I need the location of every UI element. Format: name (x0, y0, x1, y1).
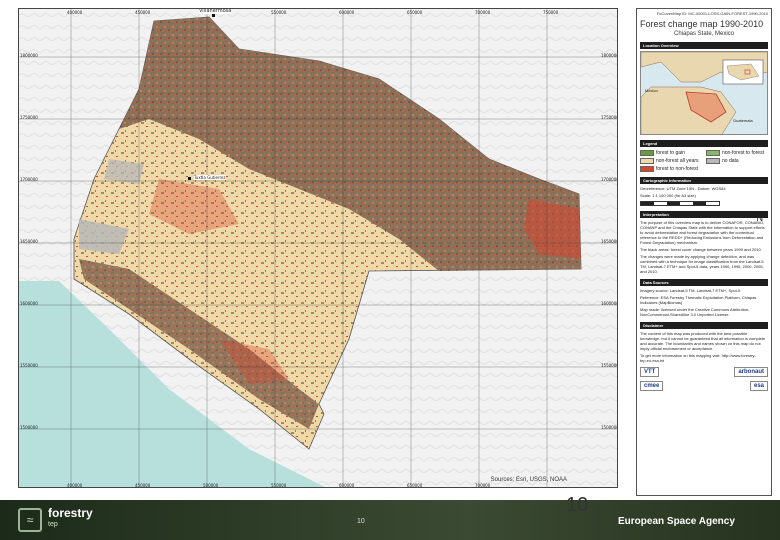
legend-swatch (706, 150, 720, 156)
logo-cmee: cmee (640, 381, 664, 391)
legend-label: forest to gain (656, 150, 685, 156)
logo-esa: esa (749, 381, 768, 391)
logo-vtt: VTT (640, 367, 660, 377)
legend-item: no data (706, 158, 768, 164)
tick-left: 1750000 (20, 115, 38, 120)
tick-top: 550000 (271, 10, 287, 15)
tick-bottom: 550000 (271, 483, 287, 488)
tick-left: 1550000 (20, 363, 38, 368)
tick-top: 650000 (407, 10, 423, 15)
tick-right: 1800000 (601, 53, 618, 58)
cartographic-text: Georeference: UTM Zone 15N - Datum: WGS8… (640, 186, 726, 191)
tick-bottom: 400000 (67, 483, 83, 488)
map-info-panel: FoCover/Map ID: MC-00001-LOSS-GAIN-FORES… (636, 8, 772, 496)
footer-brand: forestry tep (48, 506, 93, 530)
tick-bottom: 700000 (475, 483, 491, 488)
tick-right: 1750000 (601, 115, 618, 120)
legend: forest to gain non-forest to forest non-… (640, 150, 768, 172)
legend-label: no data (722, 158, 739, 164)
map-credit: Sources: Esri, USGS, NOAA (490, 477, 567, 483)
overview-label-guatemala: Guatemala (733, 118, 753, 123)
legend-header: Legend (640, 140, 768, 147)
tick-bottom: 450000 (135, 483, 151, 488)
tick-right: 1650000 (601, 239, 618, 244)
forestry-tep-logo-icon: ≈ (18, 508, 42, 532)
interpretation-text: The black areas: forest cover change bet… (640, 247, 762, 252)
location-overview-header: Location Overview (640, 42, 768, 49)
interpretation-header: Interpretation (640, 211, 768, 218)
city-label-villahermosa: Villahermosa (199, 8, 232, 14)
footer-page-number: 10 (357, 518, 365, 525)
legend-swatch (640, 158, 654, 164)
legend-item: forest to gain (640, 150, 702, 156)
map-subtitle: Chiapas State, Mexico (673, 31, 735, 37)
north-arrow-icon: N (756, 213, 764, 223)
scale-bar (640, 201, 720, 206)
legend-swatch (640, 150, 654, 156)
tick-left: 1500000 (20, 425, 38, 430)
footer-brand-sub: tep (48, 521, 58, 528)
partner-logos: VTT arbonaut (640, 367, 768, 377)
tick-top: 600000 (339, 10, 355, 15)
interpretation-text: The changes were made by applying change… (640, 254, 764, 274)
footer-agency: European Space Agency (618, 516, 735, 527)
tick-top: 700000 (475, 10, 491, 15)
scale-text: Scale: 1:1 100 000 (for A3 size) (640, 193, 696, 198)
map-title: Forest change map 1990-2010 (640, 19, 764, 29)
data-sources-header: Data Sources (640, 279, 768, 286)
partner-logos: cmee esa (640, 381, 768, 391)
tick-left: 1650000 (20, 239, 38, 244)
overview-label-mexico: Mexico (645, 88, 658, 93)
map-reference-id: FoCover/Map ID: MC-00001-LOSS-GAIN-FORES… (656, 11, 768, 16)
legend-swatch (706, 158, 720, 164)
footer-brand-name: forestry (48, 506, 93, 520)
tick-right: 1550000 (601, 363, 618, 368)
contact-text: To get more information on this mapping … (640, 353, 756, 363)
legend-label: non-forest to forest (722, 150, 764, 156)
tick-right: 1600000 (601, 301, 618, 306)
tick-right: 1500000 (601, 425, 618, 430)
disclaimer-text: The content of this map was produced wit… (640, 331, 766, 351)
data-source-text: Reference: ESA Forestry Thematic Exploit… (640, 295, 757, 305)
interpretation-text: The purpose of this overview map is to d… (640, 220, 765, 245)
data-source-text: Imagery source: Landsat-5 TM, Landsat-7 … (640, 288, 741, 293)
tick-bottom: 650000 (407, 483, 423, 488)
tick-top: 750000 (543, 10, 559, 15)
tick-left: 1700000 (20, 177, 38, 182)
slide-page-number: 10 (566, 494, 589, 516)
legend-label: non-forest all years (656, 158, 699, 164)
tick-bottom: 600000 (339, 483, 355, 488)
forest-change-map (19, 9, 617, 487)
cartographic-header: Cartographic Information (640, 177, 768, 184)
footer-bar: ≈ forestry tep 10 10 European Space Agen… (0, 494, 780, 540)
legend-item: non-forest all years (640, 158, 702, 164)
page: Villahermosa Tuxtla Gutierrez 400000 450… (0, 0, 780, 540)
city-marker-tuxtla (188, 177, 191, 180)
legend-label: forest to non-forest (656, 166, 698, 172)
legend-item: forest to non-forest (640, 166, 702, 172)
tick-right: 1700000 (601, 177, 618, 182)
tick-left: 1600000 (20, 301, 38, 306)
tick-top: 450000 (135, 10, 151, 15)
map-frame: Villahermosa Tuxtla Gutierrez 400000 450… (18, 8, 618, 488)
data-source-text: Map made: licensed under the Creative Co… (640, 307, 750, 317)
disclaimer-header: Disclaimer (640, 322, 768, 329)
city-marker-villahermosa (212, 14, 215, 17)
tick-bottom: 500000 (203, 483, 219, 488)
legend-swatch (640, 166, 654, 172)
tick-left: 1800000 (20, 53, 38, 58)
city-label-tuxtla: Tuxtla Gutierrez (194, 175, 226, 180)
legend-item: non-forest to forest (706, 150, 768, 156)
logo-arbonaut: arbonaut (734, 367, 768, 377)
location-overview-map: Mexico Guatemala (640, 51, 768, 135)
tick-top: 400000 (67, 10, 83, 15)
